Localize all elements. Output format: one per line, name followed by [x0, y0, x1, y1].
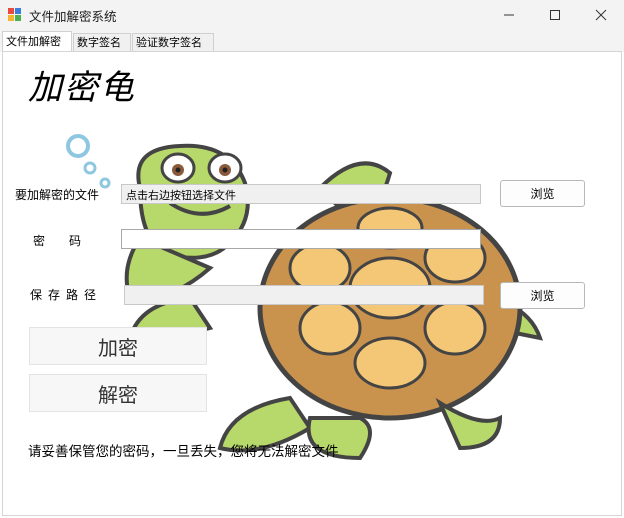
file-path-field[interactable]: 点击右边按钮选择文件: [121, 184, 481, 204]
close-button[interactable]: [578, 0, 624, 30]
file-label: 要加解密的文件: [15, 188, 100, 202]
browse-file-button[interactable]: 浏览: [500, 180, 585, 207]
decrypt-button[interactable]: 解密: [29, 374, 207, 412]
minimize-button[interactable]: [486, 0, 532, 30]
tab-digital-signature[interactable]: 数字签名: [73, 33, 131, 51]
tab-verify-signature[interactable]: 验证数字签名: [132, 33, 214, 51]
password-label: 密 码: [33, 234, 82, 248]
browse-save-button[interactable]: 浏览: [500, 282, 585, 309]
encrypt-button[interactable]: 加密: [29, 327, 207, 365]
password-field[interactable]: [121, 229, 481, 249]
save-path-label: 保存路径: [30, 288, 103, 302]
title-bar: 文件加解密系统: [0, 0, 624, 30]
maximize-icon: [550, 10, 560, 20]
minimize-icon: [504, 14, 514, 16]
save-path-field[interactable]: [124, 285, 484, 305]
close-icon: [595, 9, 607, 21]
app-icon: [8, 8, 21, 21]
warning-message: 请妥善保管您的密码，一旦丢失，您将无法解密文件: [28, 444, 339, 460]
tab-strip: 文件加解密 数字签名 验证数字签名: [0, 30, 624, 52]
tab-file-encrypt[interactable]: 文件加解密: [2, 31, 72, 52]
maximize-button[interactable]: [532, 0, 578, 30]
window-title: 文件加解密系统: [29, 9, 117, 24]
brand-title: 加密龟: [28, 68, 136, 108]
